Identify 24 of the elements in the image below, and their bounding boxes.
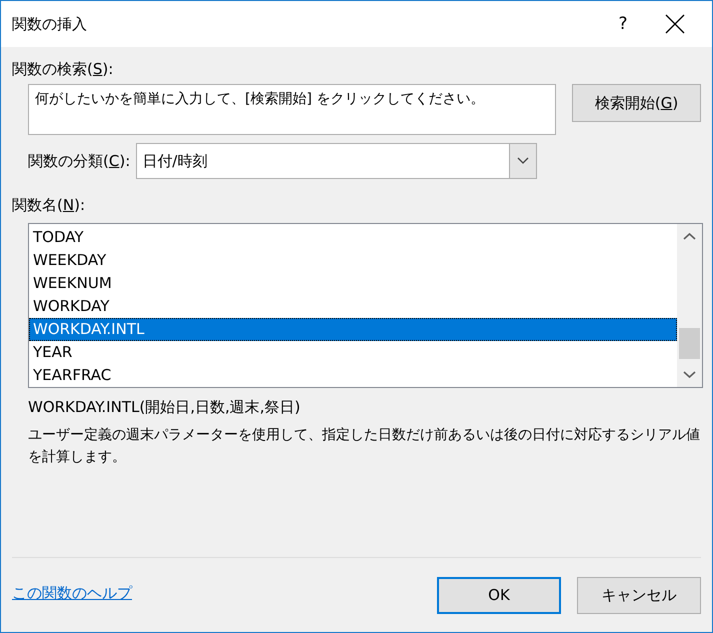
function-item[interactable]: YEARFRAC [29,364,677,387]
function-item[interactable]: TODAY [29,226,677,249]
function-item[interactable]: WEEKNUM [29,272,677,295]
function-list-label: 関数名(N): [12,195,86,215]
category-dropdown[interactable]: 日付/時刻 [136,143,538,179]
window-title: 関数の挿入 [12,14,88,34]
search-label: 関数の検索(S): [12,59,114,79]
function-item[interactable]: WORKDAY [29,295,677,318]
function-item[interactable]: WEEKDAY [29,249,677,272]
ok-button[interactable]: OK [437,576,561,614]
close-icon[interactable] [664,13,686,35]
function-item[interactable]: YEAR [29,341,677,364]
help-link[interactable]: この関数のヘルプ [12,584,421,602]
scrollbar-thumb[interactable] [679,328,700,359]
scrollbar[interactable] [677,224,702,387]
function-description: ユーザー定義の週末パラメーターを使用して、指定した日数だけ前あるいは後の日付に対応するシリアル値を計算します。 [28,426,700,467]
search-field[interactable]: 何がしたいかを簡単に入力して、[検索開始] をクリックしてください。 [28,84,556,135]
help-button[interactable]: ? [600,14,646,34]
function-syntax: WORKDAY.INTL(開始日,日数,週末,祭日) [28,398,302,417]
chevron-down-icon [517,157,530,165]
function-item[interactable]: WORKDAY.INTL [29,318,677,341]
category-label: 関数の分類(C): [28,151,130,171]
search-button[interactable]: 検索開始(G) [572,84,701,122]
cancel-button[interactable]: キャンセル [577,576,701,614]
